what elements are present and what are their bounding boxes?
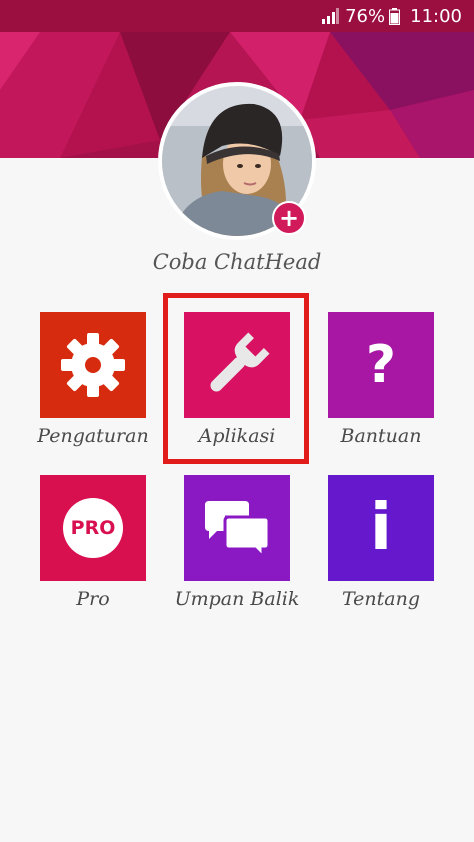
profile-name: Coba ChatHead (152, 250, 322, 274)
settings-tile[interactable] (40, 312, 146, 418)
pro-badge-icon: PRO (63, 498, 123, 558)
about-label[interactable]: Tentang (301, 588, 461, 610)
battery-percentage: 76% (345, 5, 386, 27)
status-bar: 76% 11:00 (0, 0, 474, 32)
help-tile[interactable]: ? (328, 312, 434, 418)
gear-icon (61, 333, 125, 397)
add-photo-button[interactable]: + (272, 201, 306, 235)
battery-icon (389, 7, 401, 25)
chat-bubbles-icon (205, 501, 271, 559)
apps-label[interactable]: Aplikasi (157, 425, 317, 447)
feedback-label[interactable]: Umpan Balik (157, 588, 317, 610)
help-label[interactable]: Bantuan (301, 425, 461, 447)
question-icon: ? (365, 335, 397, 395)
signal-icon (321, 8, 340, 24)
plus-icon: + (278, 204, 300, 232)
settings-label[interactable]: Pengaturan (13, 425, 173, 447)
pro-badge-text: PRO (70, 517, 116, 539)
wrench-icon (210, 332, 270, 392)
apps-tile[interactable] (184, 312, 290, 418)
pro-tile[interactable]: PRO (40, 475, 146, 581)
app-screen: 76% 11:00 + Coba ChatHead Pengaturan Apl… (0, 0, 474, 842)
info-icon: i (370, 491, 392, 565)
feedback-tile[interactable] (184, 475, 290, 581)
pro-label[interactable]: Pro (13, 588, 173, 610)
clock: 11:00 (410, 5, 462, 27)
about-tile[interactable]: i (328, 475, 434, 581)
